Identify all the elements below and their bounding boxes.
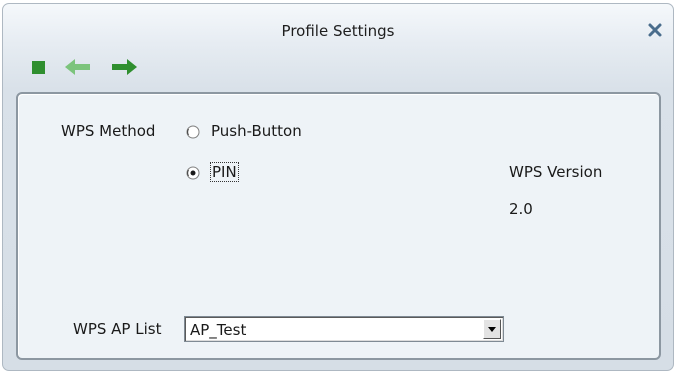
wps-version-label: WPS Version: [509, 163, 603, 181]
stop-icon[interactable]: [30, 56, 48, 78]
wps-ap-list-dropdown[interactable]: AP_Test: [184, 316, 504, 342]
wps-ap-list-label: WPS AP List: [73, 320, 162, 338]
wps-version-value: 2.0: [509, 200, 533, 218]
forward-arrow-icon[interactable]: [109, 56, 139, 78]
window-title: Profile Settings: [281, 22, 395, 40]
pin-radio[interactable]: [186, 165, 200, 180]
push-button-label[interactable]: Push-Button: [211, 122, 302, 140]
wps-method-label: WPS Method: [61, 122, 156, 140]
chevron-down-icon[interactable]: [483, 319, 501, 339]
wps-settings-panel: WPS Method Push-Button PIN WPS Version 2…: [16, 92, 661, 360]
profile-settings-window: Profile Settings WPS Method Push-Button: [2, 3, 674, 371]
pin-label[interactable]: PIN: [210, 162, 239, 182]
wps-ap-list-selected-value: AP_Test: [190, 321, 247, 339]
back-arrow-icon[interactable]: [63, 56, 93, 78]
push-button-radio[interactable]: [186, 124, 200, 139]
close-icon[interactable]: [643, 18, 667, 42]
